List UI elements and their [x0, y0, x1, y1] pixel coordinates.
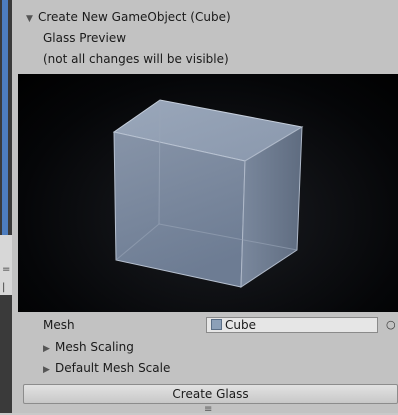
- left-window-edge: = |: [0, 0, 12, 413]
- mesh-object-field[interactable]: Cube: [206, 317, 378, 333]
- mesh-icon: [211, 319, 222, 330]
- create-glass-button[interactable]: Create Glass: [23, 384, 398, 404]
- create-gameobject-foldout[interactable]: ▼ Create New GameObject (Cube): [26, 8, 231, 26]
- cube-preview: [112, 99, 304, 288]
- object-picker-icon[interactable]: ○: [386, 318, 396, 331]
- glass-preview-label: Glass Preview: [43, 31, 127, 45]
- foldout-title: Create New GameObject (Cube): [38, 10, 231, 24]
- glass-preview-viewport[interactable]: [18, 74, 398, 312]
- mesh-value: Cube: [225, 318, 256, 332]
- edge-tick-mark: =: [2, 264, 11, 275]
- preview-note: (not all changes will be visible): [43, 52, 229, 66]
- mesh-scaling-foldout[interactable]: ▶ Mesh Scaling: [43, 337, 134, 357]
- left-accent-strip: [2, 0, 8, 235]
- default-mesh-scale-label: Default Mesh Scale: [55, 361, 171, 375]
- mesh-label: Mesh: [43, 318, 75, 332]
- default-mesh-scale-foldout[interactable]: ▶ Default Mesh Scale: [43, 358, 170, 378]
- resize-handle-icon[interactable]: ≡: [204, 404, 212, 415]
- triangle-right-icon: ▶: [43, 344, 50, 354]
- mesh-scaling-label: Mesh Scaling: [55, 340, 134, 354]
- edge-tick-mark: |: [2, 282, 6, 293]
- triangle-down-icon: ▼: [26, 14, 33, 24]
- triangle-right-icon: ▶: [43, 365, 50, 375]
